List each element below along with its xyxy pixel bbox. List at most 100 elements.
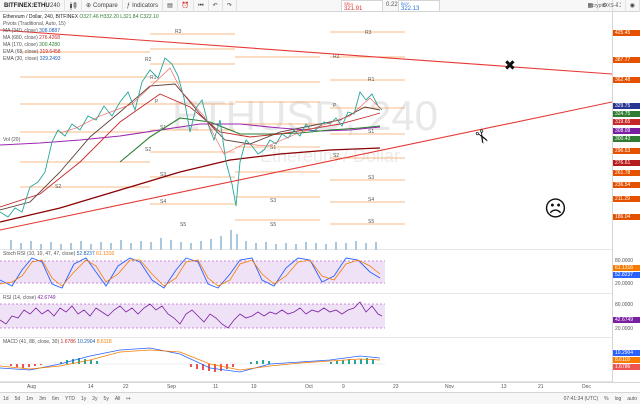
pivot-label: S2	[55, 184, 61, 190]
indicator-name: Pivots (Traditional, Auto, 15)	[3, 21, 66, 27]
chart-watermark-sub: Ethereum / Dollar	[260, 146, 400, 166]
macd-panel[interactable]: MACD (41, 88, close, 30) 1.6786 10.2904 …	[0, 338, 612, 382]
indicator-name: MA (170, close)	[3, 42, 38, 48]
range-5y[interactable]: 5y	[101, 393, 112, 404]
sell-button[interactable]: SELL 321.91	[341, 0, 383, 12]
pivot-label: S4	[368, 197, 374, 203]
time-tick: Sep	[167, 384, 176, 390]
symbol-legend[interactable]: Ethereum / Dollar, 240, BITFINEX O327.46…	[3, 14, 159, 21]
pivot-label: R3	[175, 29, 182, 35]
rsi-scale[interactable]: 80.0000 20.0000	[612, 294, 640, 338]
price-tag: 362.48	[613, 77, 640, 83]
range-1d[interactable]: 1d	[0, 393, 12, 404]
rsi-panel[interactable]: RSI (14, close) 42.6749	[0, 294, 612, 338]
top-toolbar: BITFINEX:ETHU 240 ⊕ Compare ƒ Indicators…	[0, 0, 640, 12]
replay-icon: ⏮	[198, 2, 204, 9]
indicator-ma-170[interactable]: MA (170, close) 300.4280	[3, 42, 159, 49]
indicator-pivots[interactable]: Pivots (Traditional, Auto, 15)	[3, 21, 159, 28]
redo-icon: ↷	[226, 2, 232, 9]
macd-tag-hist: 1.6786	[613, 364, 640, 370]
indicator-name: EMA (68, close)	[3, 49, 39, 55]
alert-button[interactable]: ⏰	[178, 0, 195, 12]
range-1m[interactable]: 1m	[23, 393, 36, 404]
interval-selector[interactable]: 240	[46, 0, 66, 12]
snapshot-button[interactable]: ◉	[626, 0, 640, 12]
range-5d[interactable]: 5d	[12, 393, 24, 404]
price-tag: 236.54	[613, 182, 640, 188]
auto-scale-toggle[interactable]: auto	[624, 393, 640, 404]
time-tick: 9	[342, 384, 345, 390]
range-1y[interactable]: 1y	[78, 393, 89, 404]
price-tag: 261.78	[613, 170, 640, 176]
range-6m[interactable]: 6m	[49, 393, 62, 404]
rsi-legend[interactable]: RSI (14, close) 42.6749	[3, 295, 56, 302]
indicator-ma-680[interactable]: MA (680, close) 276.4268	[3, 35, 159, 42]
goto-date-button[interactable]: ↦	[123, 393, 133, 404]
time-tick: 13	[501, 384, 507, 390]
range-3m[interactable]: 3m	[36, 393, 49, 404]
log-scale-toggle[interactable]: log	[612, 393, 625, 404]
macd-title: MACD (41, 88, close, 30)	[3, 339, 60, 345]
pivot-label: S2	[333, 153, 339, 159]
indicator-value: 308.0887	[39, 28, 60, 34]
undo-button[interactable]: ↶	[209, 0, 223, 12]
time-tick: Aug	[27, 384, 36, 390]
time-tick: 22	[123, 384, 129, 390]
candles-icon	[70, 1, 77, 10]
percent-scale-toggle[interactable]: %	[601, 393, 611, 404]
indicator-value: 300.4280	[39, 42, 60, 48]
compare-button[interactable]: ⊕ Compare	[82, 0, 123, 12]
pivot-label: S4	[160, 199, 166, 205]
pivot-label: S3	[270, 198, 276, 204]
goto-date-icon: ↦	[126, 395, 131, 402]
compare-label: Compare	[93, 2, 118, 9]
price-tag: 186.04	[613, 214, 640, 220]
time-tick: 19	[251, 384, 257, 390]
stoch-tag-k: 52.8237	[613, 272, 640, 278]
macd-legend[interactable]: MACD (41, 88, close, 30) 1.6786 10.2904 …	[3, 339, 112, 346]
price-tag: 276.61	[613, 160, 640, 166]
rsi-value: 42.6749	[37, 295, 56, 301]
range-2y[interactable]: 2y	[89, 393, 100, 404]
range-all[interactable]: All	[112, 393, 124, 404]
pivot-label: S5	[368, 219, 374, 225]
indicator-value: 276.4268	[39, 35, 60, 41]
volume-legend[interactable]: Vol (20)	[3, 137, 20, 144]
main-legend: Ethereum / Dollar, 240, BITFINEX O327.46…	[3, 14, 159, 63]
indicator-ma-340[interactable]: MA (340, close) 308.0887	[3, 28, 159, 35]
cross-mark-icon[interactable]: ✖	[504, 58, 516, 72]
time-axis[interactable]: Aug 14 22 Sep 11 19 Oct 9 23 Nov 13 21 D…	[0, 382, 640, 392]
clock-display[interactable]: 07:41:34 (UTC)	[561, 393, 601, 404]
templates-button[interactable]: ▤	[163, 0, 178, 12]
time-tick: 11	[213, 384, 219, 390]
price-panel[interactable]: ETHUSD, 240 Ethereum / Dollar R3 R2 R1 P…	[0, 12, 612, 250]
time-tick: Oct	[305, 384, 313, 390]
redo-button[interactable]: ↷	[223, 0, 237, 12]
fx-icon: ƒ	[126, 2, 131, 9]
watchlist-name[interactable]: crypto XS-4	[592, 3, 618, 9]
volume-label: Vol (20)	[3, 137, 21, 143]
indicator-value: 329.2493	[39, 56, 61, 62]
stoch-legend[interactable]: Stoch RSI (10, 10, 47, 47, close) 52.823…	[3, 251, 114, 258]
time-tick: Nov	[445, 384, 454, 390]
sad-face-icon[interactable]: ☹	[544, 198, 567, 220]
chart-style-button[interactable]	[65, 0, 83, 12]
indicator-ema-30[interactable]: EMA (30, close) 329.2493	[3, 56, 159, 63]
buy-button[interactable]: BUY 322.13	[398, 0, 440, 12]
price-tag: 211.29	[613, 196, 640, 202]
rsi-title: RSI (14, close)	[3, 295, 37, 301]
symbol-title: Ethereum / Dollar, 240, BITFINEX	[3, 14, 79, 20]
macd-tag-signal: 8.6118	[613, 357, 640, 363]
alarm-icon: ⏰	[181, 2, 190, 9]
rsi-scale-20: 20.0000	[615, 326, 634, 332]
indicator-ema-68[interactable]: EMA (68, close) 319.6458	[3, 49, 159, 56]
stoch-rsi-panel[interactable]: Stoch RSI (10, 10, 47, 47, close) 52.823…	[0, 250, 612, 294]
bottom-bar: 1d 5d 1m 3m 6m YTD 1y 2y 5y All ↦ 07:41:…	[0, 392, 640, 404]
macd-tag-line: 10.2904	[613, 350, 640, 356]
pivot-label: S5	[270, 222, 276, 228]
range-ytd[interactable]: YTD	[62, 393, 78, 404]
symbol-search[interactable]: BITFINEX:ETHU	[0, 0, 50, 12]
indicators-button[interactable]: ƒ Indicators	[123, 0, 164, 12]
ohlc-values: O327.46 H332.20 L321.84 C322.10	[79, 14, 159, 20]
replay-button[interactable]: ⏮	[194, 0, 209, 12]
